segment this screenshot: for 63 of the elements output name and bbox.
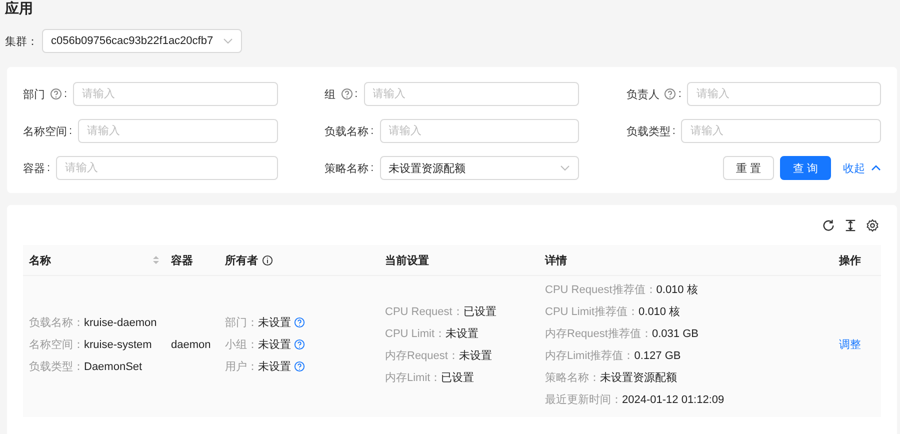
field-label: 集群：	[5, 34, 38, 48]
table-cell-text: daemon	[171, 338, 211, 350]
table-cell-text: 最近更新时间：2024-01-12 01:12:09	[545, 392, 726, 407]
column-height-icon[interactable]	[844, 219, 857, 232]
chevron-down-icon	[560, 165, 570, 171]
query-button[interactable]: 查 询	[780, 156, 831, 180]
label-colon: :	[678, 88, 682, 100]
column-header[interactable]: 名称	[23, 245, 165, 276]
column-header: 容器	[165, 245, 219, 276]
table-cell-text: CPU Request：已设置	[385, 305, 498, 319]
page-title: 应用	[5, 0, 34, 18]
table-cell-text: 内存Limit：已设置	[385, 371, 476, 385]
label-colon: :	[69, 125, 72, 137]
table-cell-text: 负载名称：kruise-daemon	[29, 316, 158, 330]
table-cell-text: CPU Limit推荐值：0.010 核	[545, 304, 682, 319]
table-cell-text: 策略名称：未设置资源配额	[545, 370, 678, 385]
column-header: 详情	[539, 245, 833, 276]
label-colon: :	[354, 88, 358, 100]
table-cell-text: 部门：未设置	[225, 316, 291, 330]
chevron-up-icon	[871, 165, 881, 171]
label-colon: :	[64, 88, 68, 100]
table-cell-text: 小组：未设置	[225, 338, 291, 352]
input-field[interactable]: 请输入	[380, 119, 580, 143]
select-field[interactable]: 未设置资源配额	[380, 156, 580, 180]
field-label: 名称空间	[23, 124, 67, 138]
field-label: 部门	[23, 88, 45, 102]
column-header: 操作	[833, 245, 881, 276]
input-field[interactable]: 请输入	[687, 82, 881, 106]
settings-icon[interactable]	[866, 219, 879, 232]
field-label: 策略名称	[324, 162, 369, 176]
cluster-select[interactable]: c056b09756cac93b22f1ac20cfb7	[42, 29, 242, 53]
table-cell-text: CPU Limit：未设置	[385, 327, 480, 341]
input-field[interactable]: 请输入	[681, 119, 881, 143]
column-header: 当前设置	[379, 245, 539, 276]
label-colon: :	[47, 162, 50, 174]
label-colon: :	[370, 162, 374, 174]
field-label: 容器	[23, 162, 45, 176]
reset-button[interactable]: 重 置	[722, 156, 774, 180]
field-label: 负责人	[626, 88, 660, 102]
help-icon[interactable]	[294, 361, 305, 372]
column-header: 所有者	[219, 245, 379, 276]
collapse-link[interactable]: 收起	[843, 160, 881, 176]
chevron-down-icon	[223, 38, 233, 44]
input-field[interactable]: 请输入	[364, 82, 580, 106]
help-icon[interactable]	[294, 317, 305, 328]
help-icon[interactable]	[294, 339, 305, 350]
label-colon: :	[370, 125, 374, 137]
input-field[interactable]: 请输入	[78, 119, 278, 143]
input-field[interactable]: 请输入	[56, 156, 278, 180]
field-label: 负载名称	[324, 124, 369, 138]
field-label: 负载类型	[626, 124, 670, 138]
field-label: 组	[324, 88, 336, 102]
table-cell-text: 负载类型：DaemonSet	[29, 360, 144, 374]
table-cell-text: 内存Request：未设置	[385, 349, 493, 363]
label-colon: :	[672, 125, 676, 137]
input-field[interactable]: 请输入	[73, 82, 278, 106]
table-cell-text: CPU Request推荐值：0.010 核	[545, 282, 699, 297]
table-cell-text: 名称空间：kruise-system	[29, 338, 153, 352]
table-cell-text: 内存Limit推荐值：0.127 GB	[545, 348, 682, 363]
table-cell-text: 用户：未设置	[225, 360, 291, 374]
table-cell-text: 内存Request推荐值：0.031 GB	[545, 326, 700, 341]
refresh-icon[interactable]	[822, 219, 835, 232]
adjust-link[interactable]: 调整	[839, 337, 861, 352]
